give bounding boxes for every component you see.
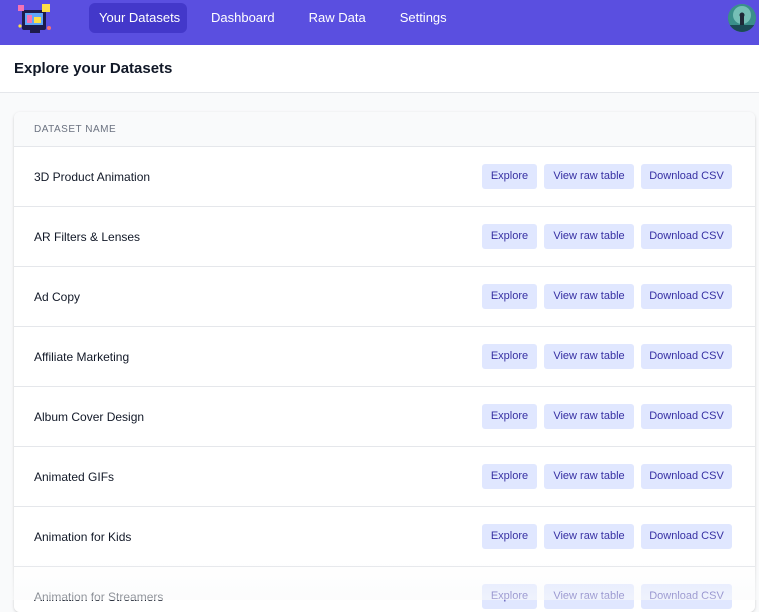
download-csv-button[interactable]: Download CSV [641, 464, 732, 489]
nav-tab-dashboard[interactable]: Dashboard [201, 3, 285, 33]
dataset-name: Affiliate Marketing [34, 350, 130, 364]
view-raw-table-button[interactable]: View raw table [544, 464, 634, 489]
app-logo-icon[interactable] [16, 2, 54, 38]
dataset-name: Animation for Streamers [34, 590, 164, 604]
view-raw-table-button[interactable]: View raw table [544, 524, 634, 549]
explore-button[interactable]: Explore [482, 464, 537, 489]
dataset-name: Ad Copy [34, 290, 81, 304]
download-csv-button[interactable]: Download CSV [641, 524, 732, 549]
table-row: 3D Product Animation Explore View raw ta… [14, 147, 755, 207]
table-row: Animation for Streamers Explore View raw… [14, 567, 755, 612]
user-avatar-icon[interactable] [728, 4, 756, 32]
top-navbar: Your Datasets Dashboard Raw Data Setting… [0, 0, 759, 45]
download-csv-button[interactable]: Download CSV [641, 344, 732, 369]
dataset-name: Animation for Kids [34, 530, 132, 544]
table-row: Ad Copy Explore View raw table Download … [14, 267, 755, 327]
table-row: Album Cover Design Explore View raw tabl… [14, 387, 755, 447]
explore-button[interactable]: Explore [482, 584, 537, 609]
view-raw-table-button[interactable]: View raw table [544, 284, 634, 309]
explore-button[interactable]: Explore [482, 404, 537, 429]
nav-tab-raw-data[interactable]: Raw Data [299, 3, 376, 33]
view-raw-table-button[interactable]: View raw table [544, 584, 634, 609]
dataset-name: 3D Product Animation [34, 170, 151, 184]
view-raw-table-button[interactable]: View raw table [544, 404, 634, 429]
download-csv-button[interactable]: Download CSV [641, 584, 732, 609]
view-raw-table-button[interactable]: View raw table [544, 164, 634, 189]
table-row: Animation for Kids Explore View raw tabl… [14, 507, 755, 567]
page-title: Explore your Datasets [14, 60, 173, 77]
table-row: AR Filters & Lenses Explore View raw tab… [14, 207, 755, 267]
table-header: Dataset Name [14, 112, 755, 147]
dataset-name: Album Cover Design [34, 410, 145, 424]
page-header: Explore your Datasets [0, 45, 759, 93]
column-header-dataset-name: Dataset Name [34, 124, 117, 135]
explore-button[interactable]: Explore [482, 284, 537, 309]
view-raw-table-button[interactable]: View raw table [544, 344, 634, 369]
explore-button[interactable]: Explore [482, 344, 537, 369]
download-csv-button[interactable]: Download CSV [641, 284, 732, 309]
dataset-name: Animated GIFs [34, 470, 115, 484]
dataset-name: AR Filters & Lenses [34, 230, 141, 244]
table-row: Animated GIFs Explore View raw table Dow… [14, 447, 755, 507]
datasets-table: Dataset Name 3D Product Animation Explor… [14, 112, 755, 612]
explore-button[interactable]: Explore [482, 224, 537, 249]
nav-tabs: Your Datasets Dashboard Raw Data Setting… [89, 3, 471, 33]
nav-tab-your-datasets[interactable]: Your Datasets [89, 3, 187, 33]
nav-tab-settings[interactable]: Settings [390, 3, 457, 33]
download-csv-button[interactable]: Download CSV [641, 224, 732, 249]
explore-button[interactable]: Explore [482, 524, 537, 549]
explore-button[interactable]: Explore [482, 164, 537, 189]
download-csv-button[interactable]: Download CSV [641, 164, 732, 189]
table-row: Affiliate Marketing Explore View raw tab… [14, 327, 755, 387]
download-csv-button[interactable]: Download CSV [641, 404, 732, 429]
view-raw-table-button[interactable]: View raw table [544, 224, 634, 249]
